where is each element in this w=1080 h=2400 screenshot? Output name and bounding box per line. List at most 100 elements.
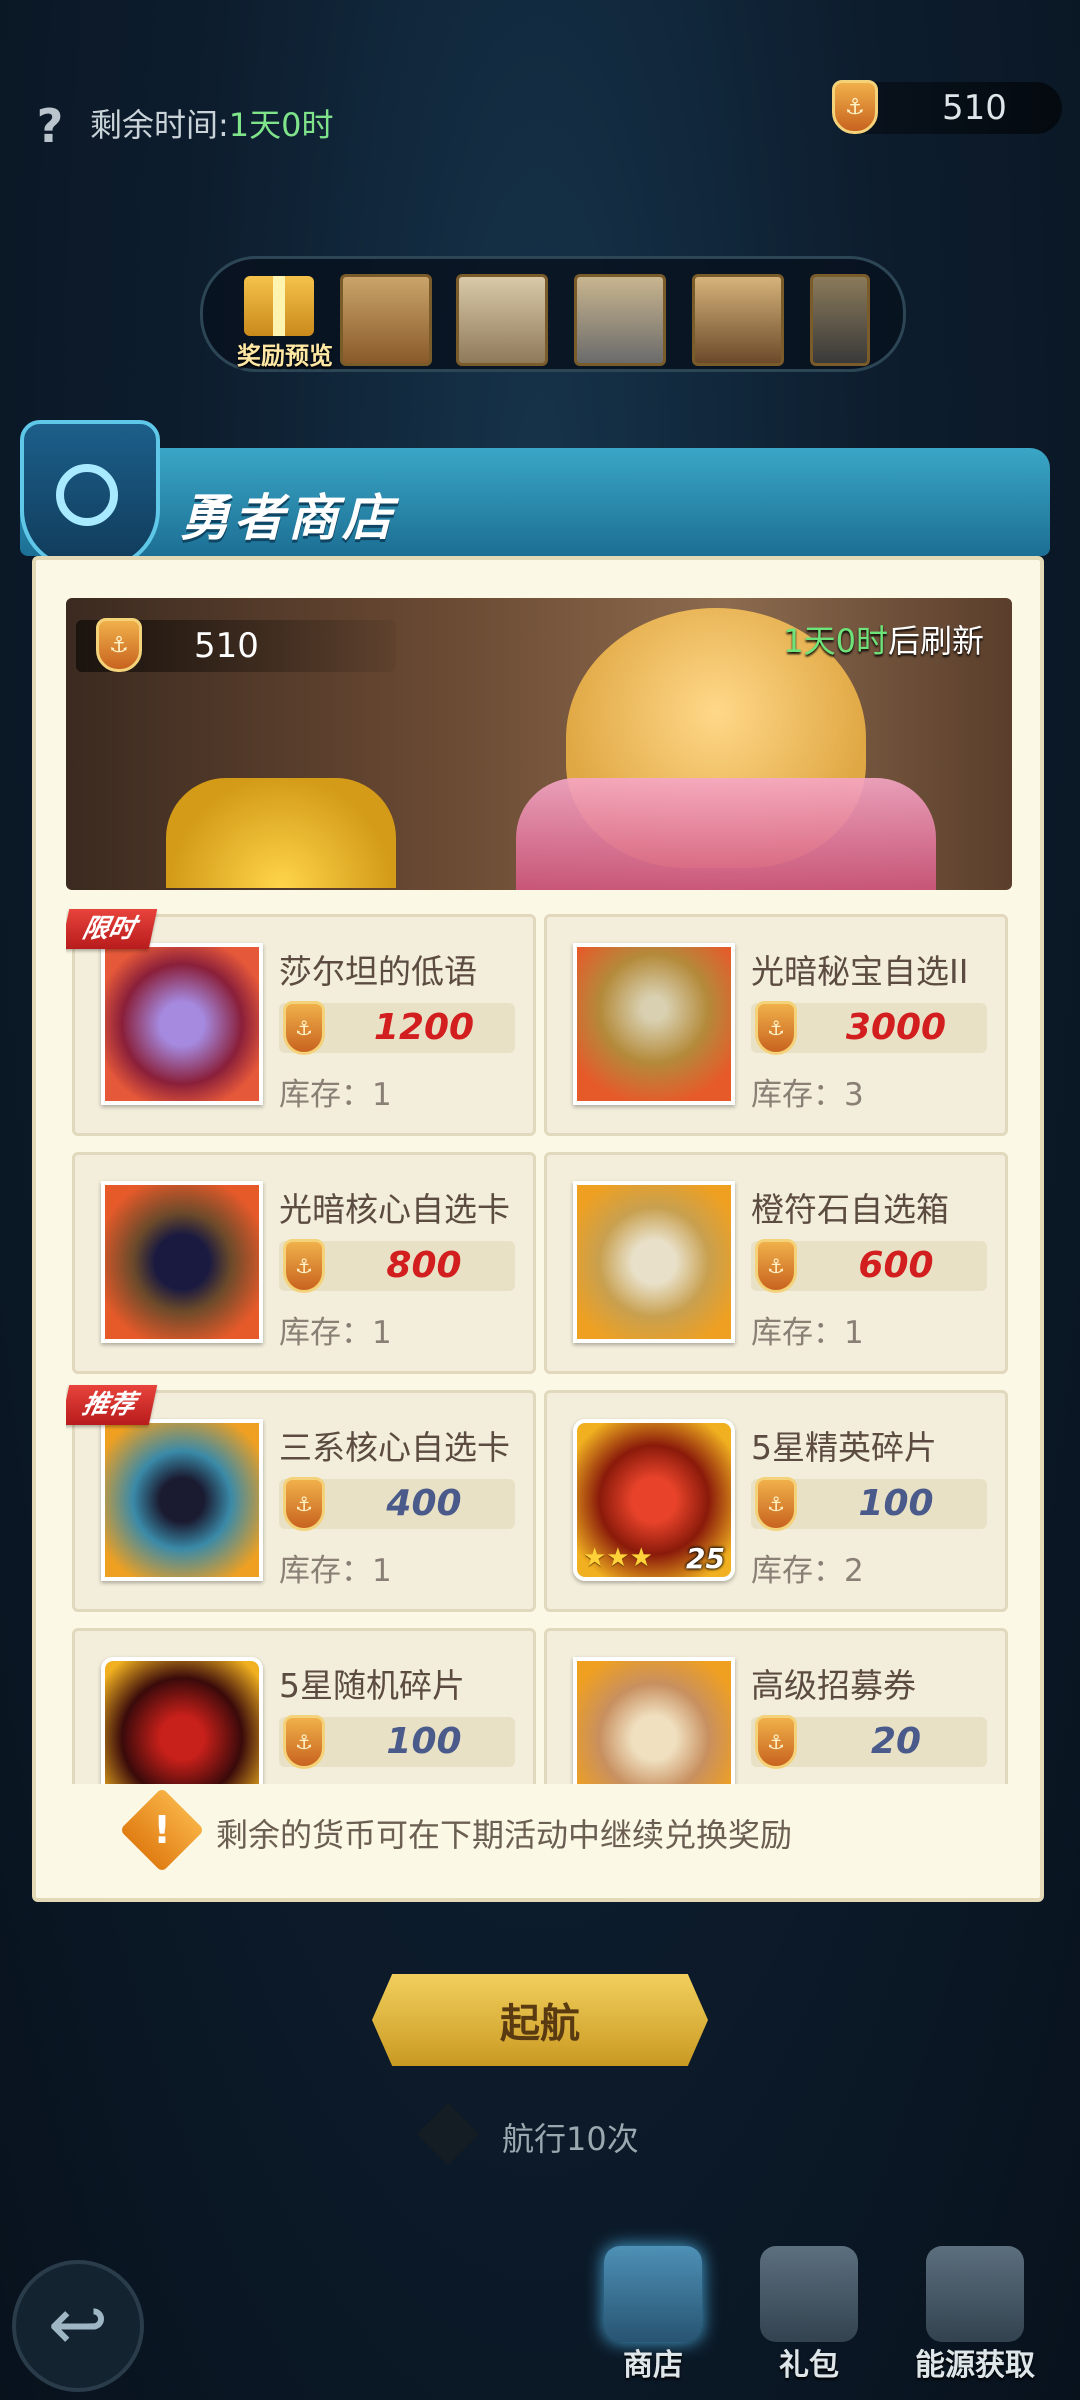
voyage-count-text: 航行10次 — [502, 2120, 639, 2158]
item-price-value: 600 — [858, 1245, 934, 1286]
shield-coin-icon: ⚓ — [283, 1239, 325, 1293]
voyage-diamond-icon — [416, 2102, 480, 2166]
shop-item-card[interactable]: ★★★ 25 5星精英碎片 ⚓ 100 库存：2 — [544, 1390, 1008, 1612]
refresh-suffix: 后刷新 — [887, 622, 984, 660]
shopkeeper-paws-image — [516, 778, 936, 890]
treasure-chest-icon — [604, 2246, 702, 2342]
remaining-time-label: 剩余时间: — [90, 106, 229, 144]
item-price: ⚓ 400 — [279, 1477, 515, 1531]
item-name: 5星精英碎片 — [751, 1428, 937, 1467]
item-stock: 库存：1 — [751, 1315, 864, 1351]
star-rating-icon: ★★★ — [111, 1781, 181, 1784]
nav-gift[interactable]: 礼包 — [744, 2240, 874, 2390]
item-price-value: 100 — [858, 1483, 934, 1524]
item-stock: 库存：1 — [279, 1553, 392, 1589]
sail-button-label: 起航 — [500, 2001, 580, 2047]
treasure-box-icon — [573, 943, 735, 1105]
shop-emblem-icon — [20, 420, 160, 570]
item-price: ⚓ 800 — [279, 1239, 515, 1293]
notice-text: 剩余的货币可在下期活动中继续兑换奖励 — [216, 1816, 793, 1854]
item-name: 5星随机碎片 — [279, 1666, 465, 1705]
whisper-item-icon — [101, 943, 263, 1105]
nav-energy[interactable]: 能源获取 — [910, 2240, 1040, 2390]
shard-count: 25 — [686, 1542, 725, 1575]
item-price: ⚓ 600 — [751, 1239, 987, 1293]
preview-item-boots[interactable] — [456, 274, 548, 366]
anchor-icon — [926, 2246, 1024, 2342]
item-price-value: 3000 — [845, 1007, 947, 1048]
currency-notice: ! 剩余的货币可在下期活动中继续兑换奖励 — [66, 1787, 1012, 1873]
item-name: 光暗秘宝自选II — [751, 952, 969, 991]
shop-item-card[interactable]: 高级招募券 ⚓ 20 — [544, 1628, 1008, 1784]
back-arrow-icon: ↩ — [47, 2282, 109, 2366]
item-price: ⚓ 100 — [751, 1477, 987, 1531]
remaining-time-value: 1天0时 — [228, 106, 334, 144]
help-button[interactable]: ? — [28, 98, 72, 154]
shop-title: 勇者商店 — [180, 489, 396, 547]
shop-item-card[interactable]: 光暗核心自选卡 ⚓ 800 库存：1 — [72, 1152, 536, 1374]
shield-coin-icon: ⚓ — [283, 1715, 325, 1769]
nav-gift-label: 礼包 — [779, 2348, 839, 2383]
shield-coin-icon: ⚓ — [832, 80, 878, 134]
star-rating-icon: ★★★ — [583, 1543, 653, 1573]
nav-shop[interactable]: 商店 — [588, 2240, 718, 2390]
remaining-time: 剩余时间:1天0时 — [90, 100, 334, 146]
item-stock: 库存：3 — [751, 1077, 864, 1113]
sail-button[interactable]: 起航 — [372, 1974, 708, 2066]
shield-coin-icon: ⚓ — [283, 1001, 325, 1055]
refresh-timer: 1天0时后刷新 — [783, 616, 984, 662]
item-price-value: 800 — [386, 1245, 462, 1286]
item-price: ⚓ 1200 — [279, 1001, 515, 1055]
nav-shop-label: 商店 — [623, 2348, 683, 2383]
item-price-value: 400 — [386, 1483, 462, 1524]
preview-item-helmet[interactable] — [810, 274, 870, 366]
limited-tag: 限时 — [66, 909, 158, 949]
currency-amount: 510 — [942, 88, 1007, 128]
reward-preview-label: 奖励预览 — [237, 342, 333, 370]
rune-box-icon — [573, 1181, 735, 1343]
nav-energy-label: 能源获取 — [915, 2348, 1035, 2383]
gift-icon — [244, 276, 314, 336]
shop-item-card[interactable]: 光暗秘宝自选II ⚓ 3000 库存：3 — [544, 914, 1008, 1136]
random-shard-icon: ★★★ — [101, 1657, 263, 1784]
shield-coin-icon: ⚓ — [755, 1001, 797, 1055]
recruit-scroll-icon — [573, 1657, 735, 1784]
item-name: 光暗核心自选卡 — [279, 1190, 510, 1229]
coin-pile-image — [166, 778, 396, 888]
item-price: ⚓ 3000 — [751, 1001, 987, 1055]
question-mark-icon: ? — [36, 99, 64, 153]
shield-coin-icon: ⚓ — [96, 618, 142, 672]
currency-display: ⚓ 510 — [832, 80, 1062, 134]
gift-icon — [760, 2246, 858, 2342]
shop-item-card[interactable]: ★★★ 5星随机碎片 ⚓ 100 — [72, 1628, 536, 1784]
shop-item-card[interactable]: 橙符石自选箱 ⚓ 600 库存：1 — [544, 1152, 1008, 1374]
item-price: ⚓ 20 — [751, 1715, 987, 1769]
shield-coin-icon: ⚓ — [755, 1239, 797, 1293]
shield-coin-icon: ⚓ — [755, 1715, 797, 1769]
recommended-tag: 推荐 — [66, 1385, 158, 1425]
banner-currency: ⚓ 510 — [76, 618, 396, 672]
preview-item-weapon[interactable] — [692, 274, 784, 366]
item-stock: 库存：1 — [279, 1077, 392, 1113]
item-price-value: 20 — [870, 1721, 922, 1762]
shield-coin-icon: ⚓ — [283, 1477, 325, 1531]
shop-header-ribbon — [20, 448, 1050, 556]
elite-shard-icon: ★★★ 25 — [573, 1419, 735, 1581]
shield-coin-icon: ⚓ — [755, 1477, 797, 1531]
item-price-value: 100 — [386, 1721, 462, 1762]
preview-item-armor[interactable] — [340, 274, 432, 366]
shop-item-card[interactable]: 莎尔坦的低语 ⚓ 1200 库存：1 限时 — [66, 909, 536, 1136]
item-name: 橙符石自选箱 — [751, 1190, 949, 1229]
item-stock: 库存：2 — [751, 1553, 864, 1589]
banner-currency-amount: 510 — [194, 626, 259, 666]
item-name: 莎尔坦的低语 — [279, 952, 477, 991]
preview-item-ring[interactable] — [574, 274, 666, 366]
item-price: ⚓ 100 — [279, 1715, 515, 1769]
reward-preview-button[interactable]: 奖励预览 — [230, 268, 333, 370]
triple-core-card-icon — [101, 1419, 263, 1581]
refresh-time: 1天0时 — [783, 622, 888, 660]
back-button[interactable]: ↩ — [12, 2260, 144, 2392]
shop-item-card[interactable]: 三系核心自选卡 ⚓ 400 库存：1 推荐 — [66, 1385, 536, 1612]
item-name: 三系核心自选卡 — [279, 1428, 510, 1467]
item-price-value: 1200 — [373, 1007, 475, 1048]
